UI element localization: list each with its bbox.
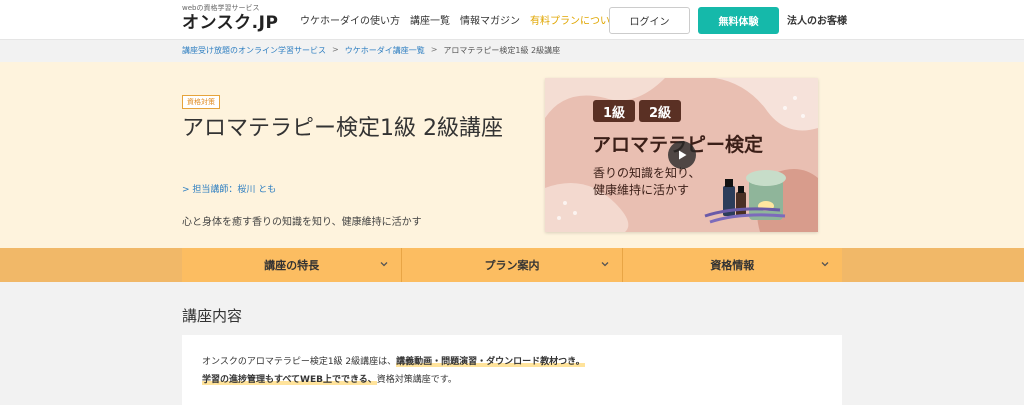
instructor-link[interactable]: > 担当講師：桜川 とも xyxy=(182,182,276,195)
category-badge: 資格対策 xyxy=(182,95,220,109)
tab-list: 講座の特長 プラン案内 資格情報 xyxy=(182,248,842,282)
course-intro-text: オンスクのアロマテラピー検定1級 2級講座は、講義動画・問題演習・ダウンロード教… xyxy=(202,353,585,389)
logo-tagline: webの資格学習サービス xyxy=(182,4,260,12)
nav-paid-plan[interactable]: 有料プランについて xyxy=(530,12,620,27)
intro-plain-2: 資格対策講座です。 xyxy=(376,375,457,385)
nav-how-to-use[interactable]: ウケホーダイの使い方 xyxy=(300,12,400,27)
chevron-down-icon xyxy=(821,262,829,267)
breadcrumb-separator: > xyxy=(430,45,438,54)
tab-plans[interactable]: プラン案内 xyxy=(402,248,623,282)
nav-course-list[interactable]: 講座一覧 xyxy=(410,12,450,27)
breadcrumb: 講座受け放題のオンライン学習サービス > ウケホーダイ講座一覧 > アロマテラピ… xyxy=(182,45,560,56)
course-hero: 資格対策 アロマテラピー検定1級 2級講座 > 担当講師：桜川 とも 心と身体を… xyxy=(0,62,1024,248)
breadcrumb-current: アロマテラピー検定1級 2級講座 xyxy=(443,46,561,55)
free-trial-button[interactable]: 無料体験 xyxy=(698,7,779,34)
login-button[interactable]: ログイン xyxy=(609,7,690,34)
course-content-card: オンスクのアロマテラピー検定1級 2級講座は、講義動画・問題演習・ダウンロード教… xyxy=(182,335,842,405)
tab-features[interactable]: 講座の特長 xyxy=(182,248,403,282)
tab-qualification-label: 資格情報 xyxy=(710,259,755,272)
chevron-down-icon xyxy=(601,262,609,267)
tab-features-label: 講座の特長 xyxy=(264,259,320,272)
nav-magazine[interactable]: 情報マガジン xyxy=(460,12,520,27)
logo-name: オンスク.JP xyxy=(182,13,279,33)
section-title-course-content: 講座内容 xyxy=(182,307,243,325)
thumbnail-line2: 健康維持に活かす xyxy=(593,183,690,197)
course-tab-bar: 講座の特長 プラン案内 資格情報 xyxy=(0,248,1024,282)
course-subtitle: 心と身体を癒す香りの知識を知り、健康維持に活かす xyxy=(182,217,422,228)
course-video-thumbnail[interactable]: 1級 2級 アロマテラピー検定 香りの知識を知り、 健康維持に活かす xyxy=(545,78,818,232)
page-title: アロマテラピー検定1級 2級講座 xyxy=(182,116,503,141)
intro-highlight-1: 講義動画・問題演習・ダウンロード教材つき。 xyxy=(396,357,585,367)
level1-badge: 1級 xyxy=(593,100,635,122)
play-icon[interactable] xyxy=(668,141,696,169)
breadcrumb-home[interactable]: 講座受け放題のオンライン学習サービス xyxy=(182,45,326,56)
tab-qualification-info[interactable]: 資格情報 xyxy=(623,248,842,282)
main-nav: ウケホーダイの使い方 講座一覧 情報マガジン 有料プランについて xyxy=(300,12,620,27)
breadcrumb-separator: > xyxy=(332,45,339,54)
intro-plain-1: オンスクのアロマテラピー検定1級 2級講座は、 xyxy=(202,357,397,367)
breadcrumb-course-list[interactable]: ウケホーダイ講座一覧 xyxy=(345,45,425,56)
site-logo[interactable]: webの資格学習サービス オンスク.JP xyxy=(182,4,278,33)
corporate-link[interactable]: 法人のお客様 xyxy=(787,12,847,27)
chevron-down-icon xyxy=(380,262,388,267)
intro-highlight-2: 学習の進捗管理もすべてWEB上でできる、 xyxy=(202,375,377,385)
level2-badge: 2級 xyxy=(639,100,681,122)
site-header: webの資格学習サービス オンスク.JP ウケホーダイの使い方 講座一覧 情報マ… xyxy=(0,0,1024,40)
tab-plans-label: プラン案内 xyxy=(484,259,540,272)
